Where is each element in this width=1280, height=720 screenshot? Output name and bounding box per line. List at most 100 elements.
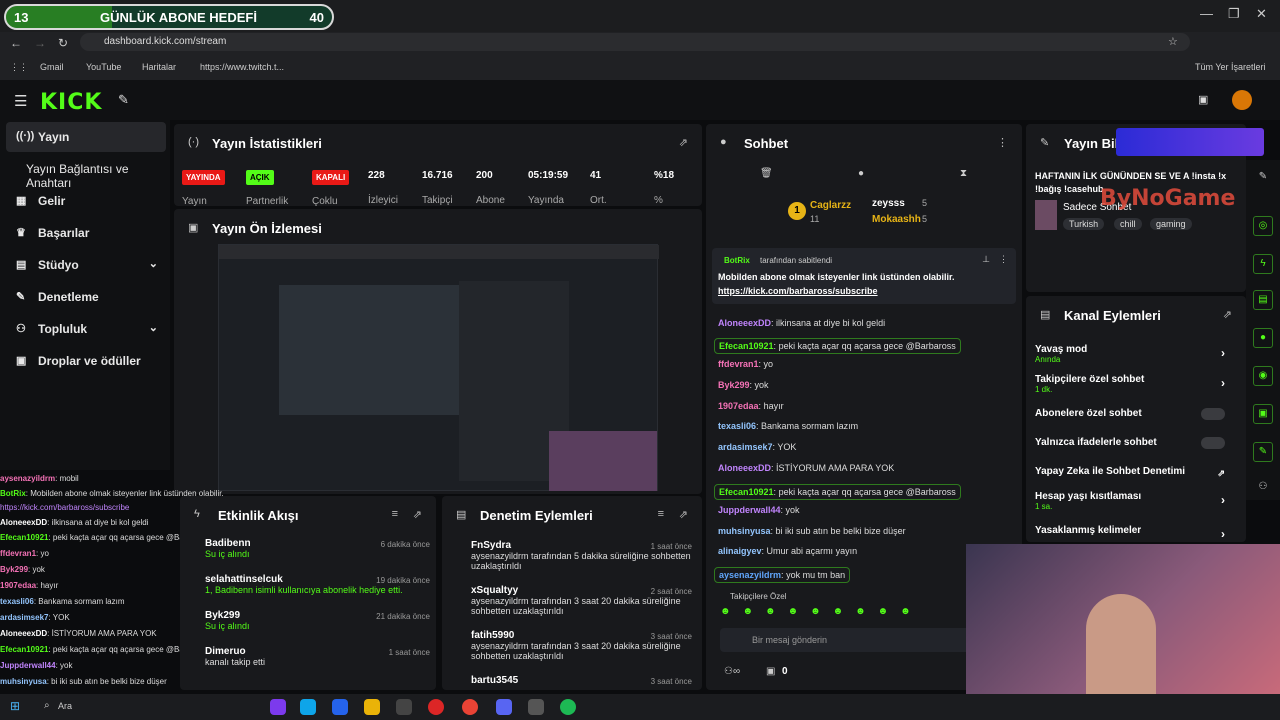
chat-message[interactable]: Juppderwall44: yok: [718, 505, 800, 515]
popout-icon[interactable]: ⇗: [679, 508, 688, 521]
action-subscribers-only[interactable]: Abonelere özel sohbet: [1035, 408, 1225, 420]
chat-input[interactable]: Bir mesaj gönderin: [720, 628, 980, 652]
chrome-icon[interactable]: [462, 699, 478, 715]
bookmark-maps[interactable]: Haritalar: [142, 62, 176, 72]
chat-message[interactable]: alinaigyev: Umur abi açarmı yayın: [718, 546, 857, 556]
sidebar-item-stream[interactable]: ((·)) Yayın: [6, 122, 166, 152]
chat-username[interactable]: 1907edaa: [718, 401, 759, 411]
lightning-icon[interactable]: ϟ: [1253, 254, 1273, 274]
chat-username[interactable]: alinaigyev: [718, 546, 762, 556]
chat-message[interactable]: muhsinyusa: bi iki sub atın be belki biz…: [718, 526, 906, 536]
chat-username[interactable]: texasli06: [718, 421, 756, 431]
chat-username[interactable]: Byk299: [718, 380, 750, 390]
pinned-link[interactable]: https://kick.com/barbaross/subscribe: [718, 286, 878, 296]
toggle-switch[interactable]: [1201, 408, 1225, 420]
pin-icon[interactable]: ⊥: [982, 254, 990, 265]
chat-message[interactable]: texasli06: Bankama sormam lazım: [718, 421, 858, 431]
chat-message[interactable]: AloneeexDD: İSTİYORUM AMA PARA YOK: [718, 463, 894, 473]
wrench-icon[interactable]: ✎: [1253, 442, 1273, 462]
hourglass-icon[interactable]: ⧗: [960, 168, 967, 179]
sidebar-item-achievements[interactable]: ♛ Başarılar: [6, 218, 166, 248]
reload-icon[interactable]: ↻: [58, 36, 68, 50]
tag[interactable]: Turkish: [1063, 218, 1105, 230]
action-followers-only[interactable]: Takipçilere özel sohbet 1 dk. ›: [1035, 374, 1225, 394]
edge-icon[interactable]: [300, 699, 316, 715]
more-icon[interactable]: ⋮: [997, 136, 1008, 149]
chat-username[interactable]: AloneeexDD: [718, 463, 771, 473]
obs-icon[interactable]: [528, 699, 544, 715]
gift-icon[interactable]: ▣: [766, 666, 775, 677]
broadcast-icon[interactable]: ◉: [1253, 366, 1273, 386]
bookmark-all[interactable]: Tüm Yer İşaretleri: [1195, 62, 1266, 72]
chat-message[interactable]: ffdevran1: yo: [718, 359, 773, 369]
forward-icon[interactable]: →: [34, 36, 46, 50]
popout-icon[interactable]: ⇗: [413, 508, 422, 521]
star-icon[interactable]: ☆: [1168, 35, 1178, 48]
more-icon[interactable]: ⋮: [999, 254, 1008, 265]
action-banned-words[interactable]: Yasaklanmış kelimeler ›: [1035, 525, 1225, 541]
chat-message[interactable]: ardasimsek7: YOK: [718, 442, 796, 452]
bookmark-youtube[interactable]: YouTube: [86, 62, 121, 72]
spotify-icon[interactable]: [560, 699, 576, 715]
search-icon[interactable]: ⌕: [44, 700, 50, 711]
sidebar-item-revenue[interactable]: ▦ Gelir: [6, 186, 166, 216]
discord-icon[interactable]: [496, 699, 512, 715]
edit-icon[interactable]: ✎: [1253, 168, 1273, 188]
chat-message[interactable]: 1907edaa: hayır: [718, 401, 784, 411]
copilot-icon[interactable]: [270, 699, 286, 715]
tag[interactable]: chill: [1114, 218, 1142, 230]
filter-icon[interactable]: ≡: [658, 508, 664, 520]
wrench-icon[interactable]: ✎: [118, 92, 129, 108]
folder-icon[interactable]: [364, 699, 380, 715]
tag[interactable]: gaming: [1150, 218, 1192, 230]
chat-bubble-icon[interactable]: ●: [858, 168, 864, 179]
chat-username[interactable]: muhsinyusa: [718, 526, 771, 536]
action-ai-moderation[interactable]: Yapay Zeka ile Sohbet Denetimi ⇗: [1035, 466, 1225, 478]
sidebar-item-community[interactable]: ⚇ Topluluk ⌄: [6, 314, 166, 344]
taskbar-search[interactable]: Ara: [58, 701, 72, 711]
sidebar-item-moderation[interactable]: ✎ Denetleme: [6, 282, 166, 312]
popout-icon[interactable]: ⇗: [679, 136, 688, 149]
chat-message[interactable]: Byk299: yok: [718, 380, 769, 390]
emote-row[interactable]: ☻☻☻☻☻☻☻☻☻: [720, 606, 970, 622]
action-slow-mode[interactable]: Yavaş mod Anında ›: [1035, 344, 1225, 364]
bookmark-twitch[interactable]: https://www.twitch.t...: [200, 62, 284, 72]
chat-username[interactable]: ffdevran1: [718, 359, 759, 369]
chat-username[interactable]: ardasimsek7: [718, 442, 773, 452]
chat-message[interactable]: aysenazyildrm: yok mu tm ban: [714, 567, 851, 583]
toggle-switch[interactable]: [1201, 437, 1225, 449]
url-field[interactable]: dashboard.kick.com/stream: [80, 33, 1190, 51]
back-icon[interactable]: ←: [10, 36, 22, 50]
minimize-icon[interactable]: —: [1200, 6, 1213, 21]
studio-icon[interactable]: ▣: [1198, 93, 1208, 106]
maximize-icon[interactable]: ❐: [1228, 6, 1240, 22]
chat-username[interactable]: Juppderwall44: [718, 505, 781, 515]
filter-icon[interactable]: ≡: [392, 508, 398, 520]
popout-icon[interactable]: ⇗: [1223, 308, 1232, 321]
chat-username[interactable]: Efecan10921: [719, 487, 774, 497]
xbox-icon[interactable]: [396, 699, 412, 715]
bookmark-gmail[interactable]: Gmail: [40, 62, 64, 72]
opera-icon[interactable]: [428, 699, 444, 715]
sidebar-item-stream-key[interactable]: Yayın Bağlantısı ve Anahtarı: [6, 154, 166, 190]
store-icon[interactable]: [332, 699, 348, 715]
chat-username[interactable]: Efecan10921: [719, 341, 774, 351]
menu-icon[interactable]: ☰: [14, 92, 27, 110]
chat-icon[interactable]: ●: [1253, 328, 1273, 348]
kick-logo[interactable]: KICK: [40, 90, 102, 115]
stream-preview-video[interactable]: [218, 244, 659, 491]
action-emotes-only[interactable]: Yalnızca ifadelerle sohbet: [1035, 437, 1225, 449]
apps-icon[interactable]: ⋮⋮: [10, 62, 28, 73]
sidebar-item-drops[interactable]: ▣ Droplar ve ödüller: [6, 346, 166, 376]
pinned-message[interactable]: BotRix tarafından sabitlendi ⊥ ⋮ Mobilde…: [712, 248, 1016, 304]
document-icon[interactable]: ▤: [1253, 290, 1273, 310]
community-icon[interactable]: ⚇: [1253, 478, 1273, 498]
chat-message[interactable]: Efecan10921: peki kaçta açar qq açarsa g…: [714, 338, 961, 354]
points-icon[interactable]: ⚇∞: [724, 666, 740, 677]
chat-message[interactable]: AloneeexDD: ilkinsana at diye bi kol gel…: [718, 318, 885, 328]
avatar[interactable]: [1232, 90, 1252, 110]
action-account-age[interactable]: Hesap yaşı kısıtlaması 1 sa. ›: [1035, 491, 1225, 511]
chat-username[interactable]: AloneeexDD: [718, 318, 771, 328]
close-icon[interactable]: ✕: [1256, 6, 1267, 22]
target-icon[interactable]: ◎: [1253, 216, 1273, 236]
